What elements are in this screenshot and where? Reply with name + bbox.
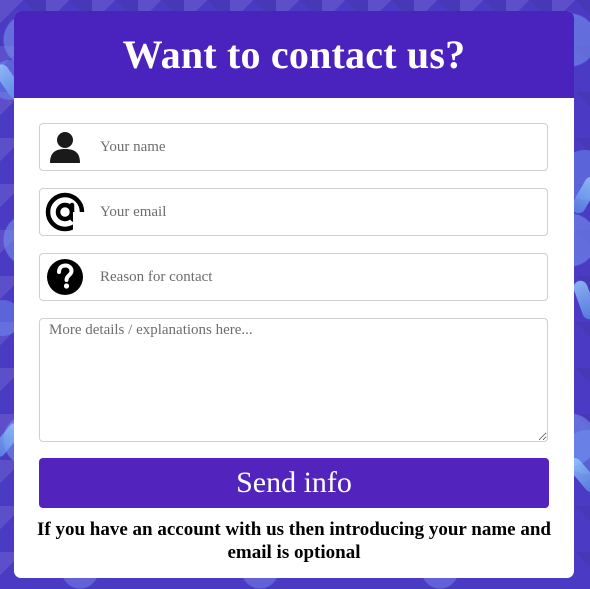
- page-title: Want to contact us?: [122, 32, 466, 77]
- background-pill: [571, 278, 590, 322]
- contact-card: Want to contact us? Your name Your email…: [14, 11, 574, 578]
- name-input[interactable]: [90, 127, 547, 167]
- details-textarea[interactable]: [39, 318, 548, 442]
- reason-input[interactable]: [90, 257, 547, 297]
- send-info-button[interactable]: Send info: [39, 458, 549, 508]
- optional-info-note: If you have an account with us then intr…: [37, 519, 551, 563]
- reason-field[interactable]: [39, 253, 548, 301]
- at-sign-icon: [40, 189, 90, 235]
- email-field[interactable]: [39, 188, 548, 236]
- card-header: Want to contact us?: [14, 11, 574, 98]
- question-mark-icon: [40, 254, 90, 300]
- email-input[interactable]: [90, 192, 547, 232]
- person-icon: [40, 124, 90, 170]
- name-field[interactable]: [39, 123, 548, 171]
